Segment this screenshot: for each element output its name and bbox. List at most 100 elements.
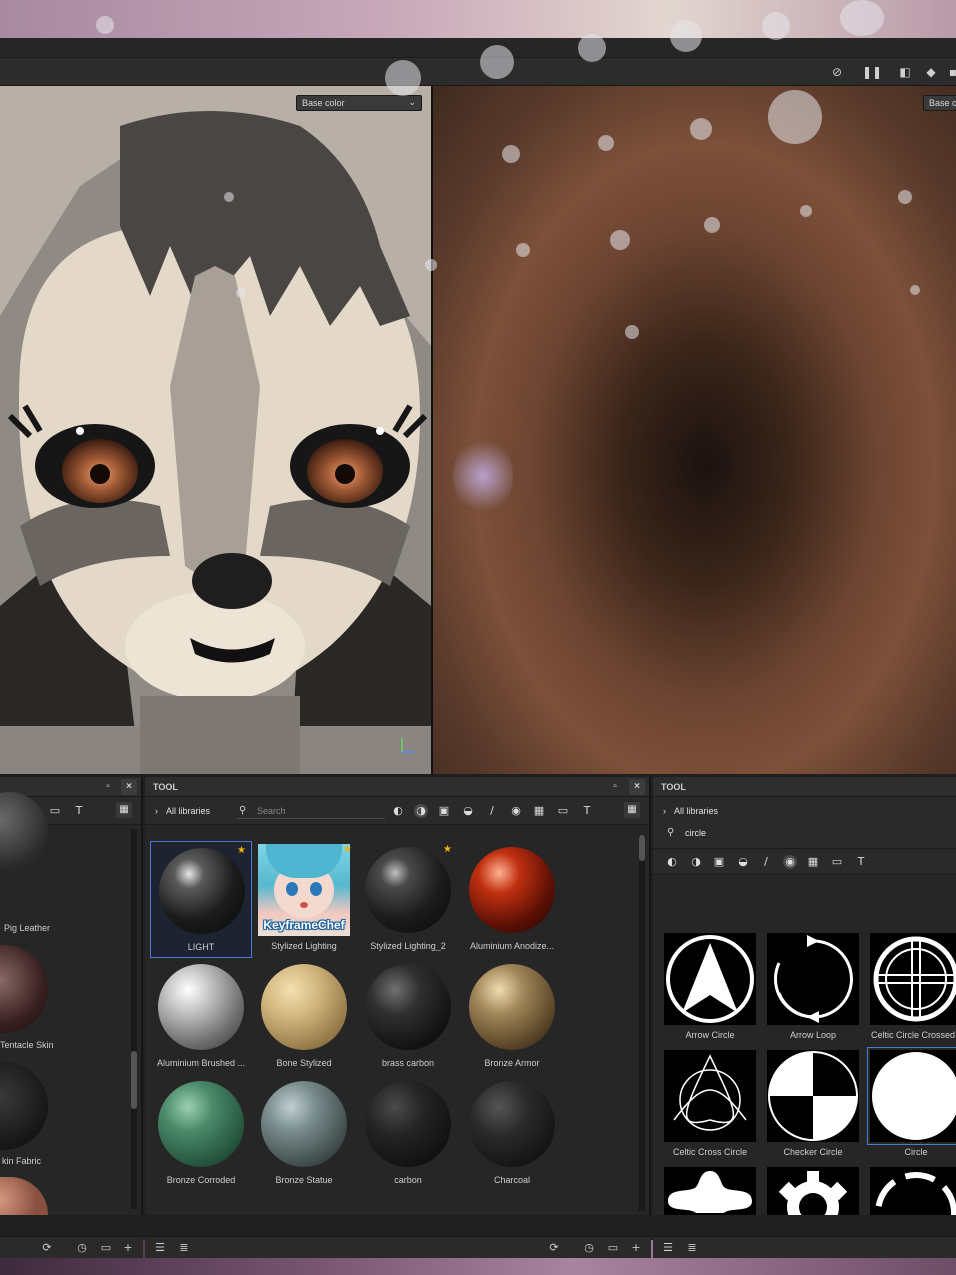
filter-filter-icon[interactable]: ◒ bbox=[736, 855, 750, 869]
filter-text-icon[interactable]: T bbox=[580, 804, 594, 818]
material-thumb-carbon[interactable]: carbon bbox=[357, 1075, 459, 1192]
filter-text-icon[interactable]: T bbox=[854, 855, 868, 869]
filter-pattern-icon[interactable]: ▦ bbox=[806, 855, 820, 869]
alpha-thumb-dashed-circle[interactable] bbox=[870, 1167, 956, 1254]
alpha-thumb-gear[interactable] bbox=[767, 1167, 859, 1233]
filter-brush-icon[interactable]: / bbox=[485, 804, 499, 818]
alpha-thumb-circle[interactable] bbox=[867, 1047, 956, 1145]
scrollbar-thumb[interactable] bbox=[131, 1051, 137, 1109]
alpha-thumb-arrow-circle[interactable] bbox=[664, 933, 756, 1025]
grid-view-toggle[interactable]: ▦ bbox=[116, 802, 132, 818]
folder-icon[interactable]: ▭ bbox=[606, 1241, 620, 1255]
material-thumb-stylized-lighting-2[interactable]: ★ Stylized Lighting_2 bbox=[357, 841, 459, 958]
scrollbar[interactable] bbox=[639, 835, 645, 1211]
layout-icon[interactable]: ▪ bbox=[944, 63, 956, 81]
bokeh-overlay bbox=[516, 243, 530, 257]
float-panel-icon[interactable]: ▫ bbox=[607, 779, 623, 795]
filter-material-icon[interactable]: ◐ bbox=[665, 855, 679, 869]
bokeh-overlay bbox=[670, 20, 702, 52]
panel-header: TOOL ▫ × bbox=[145, 777, 649, 797]
list-item[interactable]: Pig Leather bbox=[0, 923, 60, 937]
alpha-thumb-blob[interactable] bbox=[664, 1167, 756, 1215]
bokeh-overlay bbox=[480, 45, 514, 79]
right-channel-select[interactable]: Base c bbox=[923, 95, 956, 111]
split-view-icon[interactable]: ◧ bbox=[896, 63, 914, 81]
search-input[interactable]: ⚲ Search bbox=[237, 803, 385, 819]
alpha-thumb-checker-circle[interactable] bbox=[767, 1050, 859, 1142]
close-icon[interactable]: × bbox=[629, 779, 645, 795]
material-thumb-bronze-statue[interactable]: Bronze Statue bbox=[253, 1075, 355, 1192]
material-thumb-bronze-armor[interactable]: Bronze Armor bbox=[461, 958, 563, 1075]
alpha-thumb-celtic-cross-circle[interactable] bbox=[664, 1050, 756, 1142]
material-sphere[interactable] bbox=[0, 1062, 48, 1150]
close-icon[interactable]: × bbox=[121, 779, 137, 795]
float-panel-icon[interactable]: ▫ bbox=[100, 779, 116, 795]
filter-procedural-icon[interactable]: ◉ bbox=[509, 804, 523, 818]
celtic-cross-circle-icon bbox=[673, 1054, 747, 1131]
filter-image-icon[interactable]: ▭ bbox=[556, 804, 570, 818]
display-mode-icon[interactable]: ◆ bbox=[922, 63, 940, 81]
material-sphere bbox=[469, 964, 555, 1050]
scrollbar-thumb[interactable] bbox=[639, 835, 645, 861]
library-breadcrumb[interactable]: › All libraries bbox=[155, 806, 210, 816]
filter-brush-icon[interactable]: / bbox=[759, 855, 773, 869]
favorite-star-icon[interactable]: ★ bbox=[443, 844, 452, 855]
material-thumb-aluminium-anodized[interactable]: Aluminium Anodize... bbox=[461, 841, 563, 958]
list-item[interactable]: kin Fabric bbox=[0, 1156, 60, 1170]
list-view-icon[interactable]: ☰ bbox=[153, 1241, 167, 1255]
panel-footer-left: ⟳ ◷ ▭ + bbox=[0, 1236, 143, 1258]
arrow-loop-icon bbox=[773, 935, 853, 1023]
pause-icon[interactable]: ❚❚ bbox=[862, 63, 882, 81]
material-sphere[interactable] bbox=[0, 945, 48, 1033]
list-item[interactable]: Tentacle Skin bbox=[0, 1040, 60, 1054]
filter-smart-material-icon[interactable]: ◑ bbox=[689, 855, 703, 869]
bokeh-overlay bbox=[768, 90, 822, 144]
history-icon[interactable]: ◷ bbox=[75, 1241, 89, 1255]
filter-filter-icon[interactable]: ◒ bbox=[461, 804, 475, 818]
title-bar bbox=[0, 38, 956, 58]
add-icon[interactable]: + bbox=[629, 1241, 643, 1255]
material-thumb-stylized-lighting[interactable]: KeyframeChef ★ Stylized Lighting bbox=[253, 841, 355, 958]
filter-material-icon[interactable]: ◐ bbox=[391, 804, 405, 818]
list-view-icon[interactable]: ☰ bbox=[661, 1241, 675, 1255]
viewport-3d[interactable]: Base color ⌄ bbox=[0, 86, 431, 774]
material-sphere[interactable] bbox=[0, 1177, 48, 1215]
panel-footer-alphas: ☰ ≣ bbox=[653, 1236, 956, 1258]
viewport-2d[interactable]: Base c bbox=[433, 86, 956, 774]
material-thumb-charcoal[interactable]: Charcoal bbox=[461, 1075, 563, 1192]
left-channel-select[interactable]: Base color ⌄ bbox=[296, 95, 422, 111]
material-thumb-light[interactable]: ★ LIGHT bbox=[150, 841, 252, 958]
filter-mask-icon[interactable]: ▣ bbox=[712, 855, 726, 869]
material-thumb-brass-carbon[interactable]: brass carbon bbox=[357, 958, 459, 1075]
sort-icon[interactable]: ≣ bbox=[685, 1241, 699, 1255]
filter-pattern-icon[interactable]: ▦ bbox=[532, 804, 546, 818]
shelf-panel-materials: TOOL ▫ × › All libraries ⚲ Search ◐ ◑ ▣ ◒… bbox=[145, 777, 651, 1215]
material-thumb-bone-stylized[interactable]: Bone Stylized bbox=[253, 958, 355, 1075]
filter-smart-material-icon[interactable]: ◑ bbox=[414, 804, 428, 818]
refresh-icon[interactable]: ⟳ bbox=[547, 1241, 561, 1255]
filter-text-icon[interactable]: T bbox=[72, 804, 86, 818]
alpha-thumb-arrow-loop[interactable] bbox=[767, 933, 859, 1025]
filter-image-icon[interactable]: ▭ bbox=[48, 804, 62, 818]
favorite-star-icon[interactable]: ★ bbox=[343, 844, 352, 855]
material-thumb-aluminium-brushed[interactable]: Aluminium Brushed ... bbox=[150, 958, 252, 1075]
gear-icon bbox=[778, 1171, 848, 1233]
filter-mask-icon[interactable]: ▣ bbox=[437, 804, 451, 818]
add-icon[interactable]: + bbox=[121, 1241, 135, 1255]
history-icon[interactable]: ◷ bbox=[582, 1241, 596, 1255]
hide-camera-icon[interactable]: ⊘ bbox=[828, 63, 846, 81]
refresh-icon[interactable]: ⟳ bbox=[40, 1241, 54, 1255]
arrow-circle-icon bbox=[666, 935, 754, 1023]
scrollbar[interactable] bbox=[131, 829, 137, 1209]
filter-image-icon[interactable]: ▭ bbox=[830, 855, 844, 869]
blob-cross-icon bbox=[668, 1171, 752, 1213]
library-breadcrumb[interactable]: › All libraries bbox=[663, 806, 718, 816]
folder-icon[interactable]: ▭ bbox=[99, 1241, 113, 1255]
material-thumb-bronze-corroded[interactable]: Bronze Corroded bbox=[150, 1075, 252, 1192]
favorite-star-icon[interactable]: ★ bbox=[237, 845, 246, 856]
alpha-thumb-celtic-circle-crossed[interactable] bbox=[870, 933, 956, 1025]
sort-icon[interactable]: ≣ bbox=[177, 1241, 191, 1255]
search-input[interactable]: ⚲ circle bbox=[665, 825, 935, 841]
grid-view-toggle[interactable]: ▦ bbox=[624, 802, 640, 818]
filter-procedural-icon[interactable]: ◉ bbox=[783, 855, 797, 869]
